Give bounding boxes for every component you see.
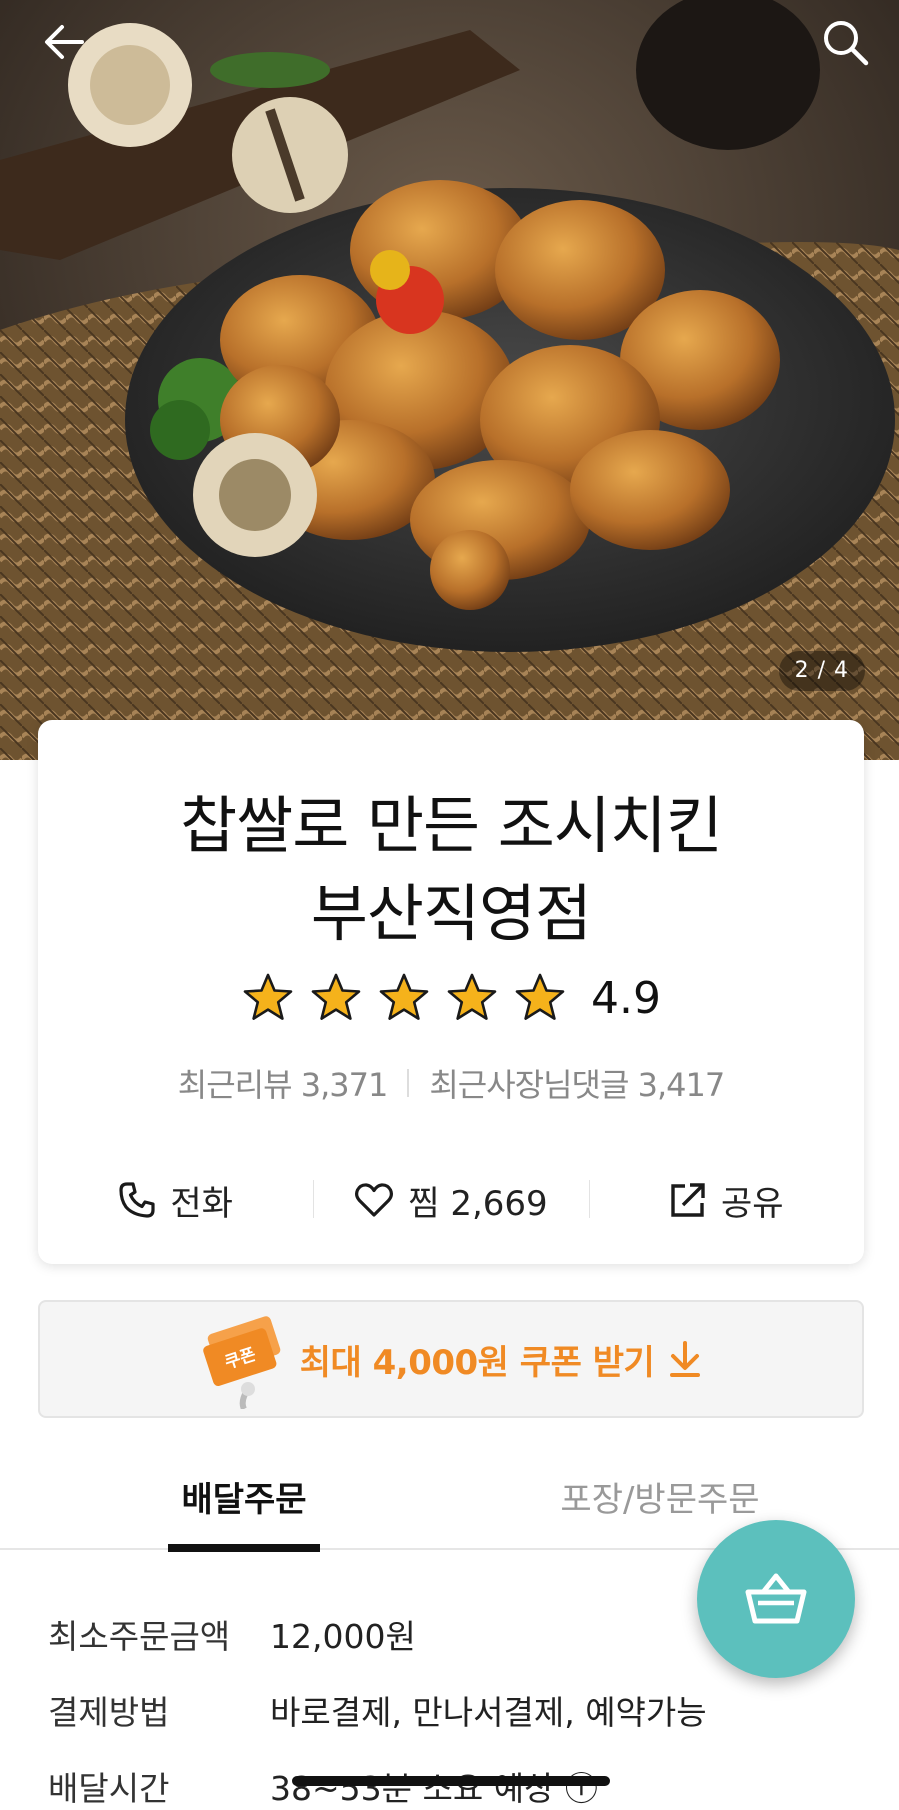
star-icon xyxy=(515,973,565,1020)
delivery-time-value[interactable]: 38~53분 소요 예상 ⓘ xyxy=(270,1762,598,1810)
star-icon xyxy=(243,973,293,1020)
search-icon xyxy=(824,21,869,66)
store-name-line2: 부산직영점 xyxy=(310,877,592,950)
recent-reviews-count[interactable]: 최근리뷰 3,371 xyxy=(178,1060,389,1106)
basket-icon xyxy=(745,1573,807,1624)
delivery-time-label: 배달시간 xyxy=(48,1769,170,1808)
rating-value: 4.9 xyxy=(591,972,661,1024)
call-button[interactable]: 전화 xyxy=(38,1170,313,1230)
home-indicator-bar xyxy=(292,1776,610,1786)
payment-label: 결제방법 xyxy=(48,1693,170,1732)
owner-replies-count[interactable]: 최근사장님댓글 3,417 xyxy=(429,1060,725,1106)
star-icon xyxy=(447,973,497,1020)
coupon-banner[interactable]: 쿠폰 최대 4,000원 쿠폰 받기 xyxy=(38,1300,864,1418)
star-icon xyxy=(379,973,429,1020)
coupon-text: 최대 4,000원 쿠폰 받기 xyxy=(299,1342,655,1383)
image-counter: 2 / 4 xyxy=(778,651,865,691)
coupon-icon: 쿠폰 xyxy=(202,1316,281,1409)
store-name: 찹쌀로 만든 조시치킨 부산직영점 xyxy=(38,782,864,958)
stats-divider xyxy=(407,1069,410,1097)
favorite-label: 찜 2,669 xyxy=(408,1183,548,1224)
call-label: 전화 xyxy=(170,1183,233,1224)
food-photo xyxy=(0,0,899,760)
store-info-card: 찹쌀로 만든 조시치킨 부산직영점 4.9 최근리뷰 3,371 최근사장님댓글… xyxy=(38,720,864,1264)
heart-icon xyxy=(355,1183,394,1217)
store-actions: 전화 찜 2,669 공유 xyxy=(38,1170,864,1230)
search-button[interactable] xyxy=(811,8,879,76)
store-name-line1: 찹쌀로 만든 조시치킨 xyxy=(180,789,723,862)
download-arrow-icon xyxy=(670,1341,701,1377)
cart-button[interactable] xyxy=(697,1520,855,1678)
info-row-payment: 결제방법 바로결제, 만나서결제, 예약가능 xyxy=(48,1672,848,1748)
favorite-button[interactable]: 찜 2,669 xyxy=(313,1170,588,1230)
payment-value: 바로결제, 만나서결제, 예약가능 xyxy=(270,1693,707,1732)
review-stats[interactable]: 최근리뷰 3,371 최근사장님댓글 3,417 xyxy=(38,1060,864,1106)
share-label: 공유 xyxy=(721,1183,784,1224)
back-button[interactable] xyxy=(30,8,98,76)
min-order-value: 12,000원 xyxy=(270,1617,416,1656)
arrow-left-icon xyxy=(45,25,84,59)
hero-image-carousel[interactable]: 2 / 4 xyxy=(0,0,899,760)
star-icon xyxy=(311,973,361,1020)
share-icon xyxy=(671,1183,705,1217)
share-button[interactable]: 공유 xyxy=(588,1170,864,1230)
min-order-label: 최소주문금액 xyxy=(48,1617,231,1656)
phone-icon xyxy=(119,1182,155,1218)
tab-delivery[interactable]: 배달주문 xyxy=(168,1460,320,1552)
rating-row[interactable]: 4.9 xyxy=(38,970,864,1026)
